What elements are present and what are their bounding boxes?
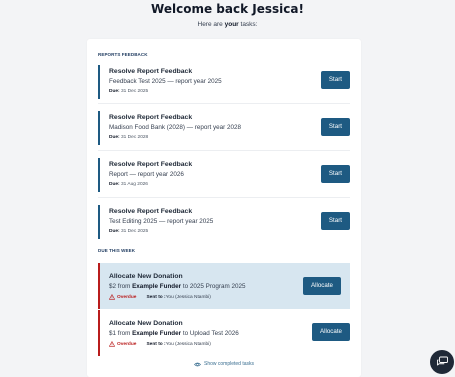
task-accent-bar <box>98 65 100 99</box>
task-meta: Overdue Sent to : You (Jessica Ntambi) <box>109 294 211 300</box>
task-due: Due: 31 Aug 2026 <box>109 182 148 187</box>
task-title: Allocate New Donation <box>109 320 183 327</box>
task-accent-bar <box>98 205 100 239</box>
task-subtitle: Feedback Test 2025 — report year 2025 <box>109 78 222 85</box>
task-meta: Overdue Sent to : You (Jessica Ntambi) <box>109 341 211 347</box>
start-button[interactable]: Start <box>320 165 350 183</box>
divider <box>98 197 350 198</box>
task-title: Resolve Report Feedback <box>109 68 193 75</box>
section-label-due-this-week: DUE THIS WEEK <box>98 248 136 253</box>
allocate-button[interactable]: Allocate <box>311 323 350 341</box>
funder-name: Example Funder <box>132 330 182 337</box>
tasks-card: REPORTS FEEDBACK Resolve Report Feedback… <box>87 39 361 377</box>
divider <box>98 103 350 104</box>
eye-icon <box>194 362 201 366</box>
task-accent-bar <box>98 111 100 145</box>
chat-icon <box>436 356 448 366</box>
task-title: Resolve Report Feedback <box>109 208 193 215</box>
task-report-feedback: Resolve Report Feedback Madison Food Ban… <box>98 111 350 145</box>
task-report-feedback: Resolve Report Feedback Test Editing 202… <box>98 205 350 239</box>
task-title: Resolve Report Feedback <box>109 161 193 168</box>
task-subtitle: $1 from Example Funder to Upload Test 20… <box>109 330 239 337</box>
page-subtitle: Here are your tasks: <box>197 21 258 28</box>
task-due: Due: 31 Dec 2025 <box>109 89 149 94</box>
allocate-button[interactable]: Allocate <box>302 277 341 295</box>
warning-icon <box>109 341 115 347</box>
start-button[interactable]: Start <box>320 71 350 89</box>
start-button[interactable]: Start <box>320 212 350 230</box>
task-title: Resolve Report Feedback <box>109 114 193 121</box>
chat-button[interactable] <box>430 350 454 374</box>
task-due: Due: 31 Dec 2025 <box>109 229 149 234</box>
task-due: Due: 31 Dec 2028 <box>109 135 149 140</box>
task-allocate-donation: Allocate New Donation $1 from Example Fu… <box>98 310 350 356</box>
task-title: Allocate New Donation <box>109 273 183 280</box>
warning-icon <box>109 294 115 300</box>
task-report-feedback: Resolve Report Feedback Feedback Test 20… <box>98 65 350 99</box>
funder-name: Example Funder <box>132 283 182 290</box>
show-completed-link[interactable]: Show completed tasks <box>87 361 361 367</box>
divider <box>98 150 350 151</box>
task-accent-bar <box>98 310 100 356</box>
task-subtitle: Test Editing 2025 — report year 2025 <box>109 218 214 225</box>
task-report-feedback: Resolve Report Feedback Report — report … <box>98 158 350 192</box>
task-subtitle: $2 from Example Funder to 2025 Program 2… <box>109 283 246 290</box>
overdue-badge: Overdue <box>117 341 137 347</box>
start-button[interactable]: Start <box>320 118 350 136</box>
overdue-badge: Overdue <box>117 294 137 300</box>
task-subtitle: Report — report year 2026 <box>109 171 184 178</box>
task-subtitle: Madison Food Bank (2028) — report year 2… <box>109 124 241 131</box>
task-accent-bar <box>98 263 100 309</box>
section-label-reports-feedback: REPORTS FEEDBACK <box>98 52 148 57</box>
page-header: Welcome back Jessica! Here are your task… <box>0 0 455 28</box>
task-accent-bar <box>98 158 100 192</box>
task-allocate-donation: Allocate New Donation $2 from Example Fu… <box>98 263 350 309</box>
page-title: Welcome back Jessica! <box>151 2 304 16</box>
